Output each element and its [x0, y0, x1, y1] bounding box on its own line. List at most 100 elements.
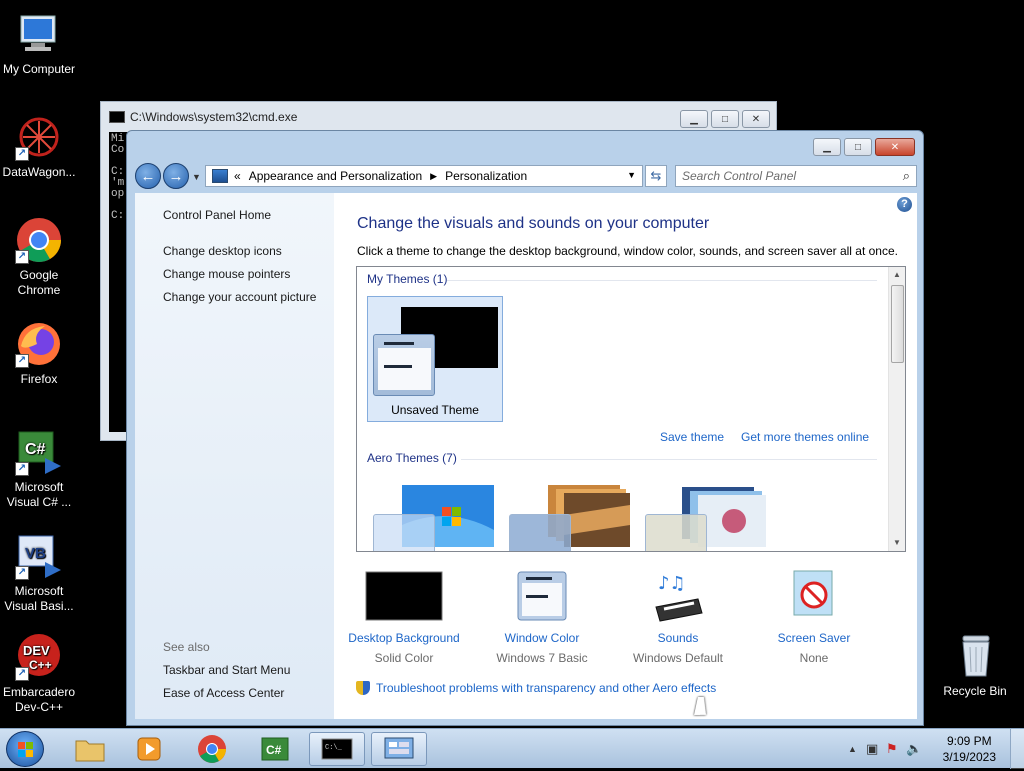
action-center-icon[interactable]: ⚑	[886, 741, 898, 757]
cmd-maximize-button[interactable]: □	[711, 110, 739, 128]
desktop-background-option[interactable]: Desktop Background Solid Color	[334, 569, 474, 665]
personalization-window[interactable]: ▁ □ ✕ ← → ▼ « Appearance and Personaliza…	[126, 130, 924, 726]
desktop-icon-firefox[interactable]: ↗ Firefox	[0, 320, 78, 387]
close-button[interactable]: ✕	[875, 138, 915, 156]
window-color-link[interactable]: Window Color	[472, 631, 612, 645]
scroll-down-icon[interactable]: ▼	[889, 535, 905, 551]
clock-date: 3/19/2023	[942, 750, 996, 764]
svg-text:VB: VB	[25, 545, 46, 562]
search-input[interactable]: Search Control Panel ⌕	[675, 165, 917, 187]
cmd-minimize-button[interactable]: ▁	[680, 110, 708, 128]
desktop-icon-devcpp[interactable]: DEV C++ ↗ Embarcadero Dev-C++	[0, 633, 78, 715]
screen-saver-option[interactable]: Screen Saver None	[744, 569, 884, 665]
screen-saver-link[interactable]: Screen Saver	[744, 631, 884, 645]
window-color-icon	[502, 569, 582, 623]
scroll-thumb[interactable]	[891, 285, 904, 363]
visual-csharp-icon: C# ↗	[15, 428, 63, 476]
themes-scrollbar[interactable]: ▲ ▼	[888, 267, 905, 551]
save-theme-link[interactable]: Save theme	[660, 430, 724, 444]
firefox-icon: ↗	[15, 320, 63, 368]
desktop-icon-my-computer[interactable]: My Computer	[0, 10, 78, 77]
maximize-button[interactable]: □	[844, 138, 872, 156]
sounds-link[interactable]: Sounds	[608, 631, 748, 645]
svg-text:C:\_: C:\_	[325, 744, 343, 752]
taskbar-explorer[interactable]	[62, 732, 118, 766]
taskbar-cmd[interactable]: C:\_	[309, 732, 365, 766]
desktop-background-icon	[364, 569, 444, 623]
desktop-background-value: Solid Color	[374, 651, 434, 665]
aero-themes-header[interactable]: Aero Themes (7)	[367, 451, 457, 465]
breadcrumb-appearance[interactable]: Appearance and Personalization	[249, 169, 422, 183]
sounds-option[interactable]: ♪♫ Sounds Windows Default	[608, 569, 748, 665]
back-button[interactable]: ←	[135, 163, 161, 189]
search-icon[interactable]: ⌕	[903, 168, 910, 184]
address-bar[interactable]: « Appearance and Personalization ▶ Perso…	[205, 165, 643, 187]
window-color-option[interactable]: Window Color Windows 7 Basic	[472, 569, 612, 665]
aero-theme-windows7[interactable]	[367, 477, 507, 551]
ease-of-access-link[interactable]: Ease of Access Center	[163, 686, 284, 700]
sounds-value: Windows Default	[632, 651, 724, 665]
start-button[interactable]	[6, 731, 44, 767]
desktop-icon-visual-csharp[interactable]: C# ↗ Microsoft Visual C# ...	[0, 428, 78, 510]
svg-text:DEV: DEV	[23, 643, 50, 658]
visual-csharp-icon: C#	[261, 737, 289, 761]
svg-text:♪♫: ♪♫	[658, 573, 686, 594]
aero-theme-architecture[interactable]	[503, 477, 643, 551]
taskbar-control-panel[interactable]	[371, 732, 427, 766]
desktop-icon-visual-basic[interactable]: VB ↗ Microsoft Visual Basi...	[0, 532, 78, 614]
volume-icon[interactable]: 🔈	[906, 741, 922, 757]
desktop-icon-datawagon[interactable]: ↗ DataWagon...	[0, 113, 78, 180]
breadcrumb-personalization[interactable]: Personalization	[445, 169, 527, 183]
main-content: ? Change the visuals and sounds on your …	[334, 193, 917, 719]
desktop-icon-label: DataWagon...	[2, 165, 76, 179]
show-desktop-button[interactable]	[1010, 729, 1024, 769]
my-themes-header[interactable]: My Themes (1)	[367, 272, 447, 286]
navigation-bar: ← → ▼ « Appearance and Personalization ▶…	[135, 163, 917, 191]
taskbar-chrome[interactable]	[184, 732, 240, 766]
chrome-icon	[198, 735, 226, 763]
cmd-icon: C:\_	[321, 738, 353, 760]
clock[interactable]: 9:09 PM 3/19/2023	[943, 733, 996, 765]
control-panel-icon	[212, 169, 228, 183]
breadcrumb-overflow[interactable]: «	[234, 169, 241, 183]
unsaved-theme-card[interactable]: Unsaved Theme	[367, 296, 503, 422]
taskbar-visual-csharp[interactable]: C#	[247, 732, 303, 766]
page-description: Click a theme to change the desktop back…	[357, 244, 898, 258]
left-pane: Control Panel Home Change desktop icons …	[135, 193, 334, 719]
taskbar-media-player[interactable]	[121, 732, 177, 766]
cmd-icon	[109, 111, 125, 123]
troubleshoot-link[interactable]: Troubleshoot problems with transparency …	[356, 681, 716, 695]
network-icon[interactable]: ▣	[866, 741, 878, 757]
show-hidden-icons-icon[interactable]: ▲	[848, 744, 857, 754]
change-mouse-pointers-link[interactable]: Change mouse pointers	[163, 267, 290, 281]
search-placeholder: Search Control Panel	[682, 169, 797, 183]
computer-icon	[15, 10, 63, 58]
forward-button[interactable]: →	[163, 163, 189, 189]
cmd-titlebar[interactable]: C:\Windows\system32\cmd.exe	[101, 102, 776, 132]
breadcrumb-separator-icon[interactable]: ▶	[430, 171, 437, 182]
address-dropdown-icon[interactable]: ▼	[627, 170, 636, 180]
screen-saver-value: None	[799, 651, 829, 665]
desktop-icon-recycle-bin[interactable]: Recycle Bin	[936, 632, 1014, 699]
recycle-bin-icon	[951, 632, 999, 680]
aero-window-preview	[645, 514, 707, 551]
recent-pages-dropdown[interactable]: ▼	[192, 172, 201, 182]
scroll-up-icon[interactable]: ▲	[889, 267, 905, 283]
get-more-themes-link[interactable]: Get more themes online	[741, 430, 869, 444]
change-account-picture-link[interactable]: Change your account picture	[163, 290, 316, 304]
cmd-close-button[interactable]: ✕	[742, 110, 770, 128]
control-panel-icon	[384, 737, 414, 759]
refresh-button[interactable]: ⇆	[645, 165, 667, 187]
clock-time: 9:09 PM	[946, 734, 992, 748]
aero-theme-characters[interactable]	[639, 477, 779, 551]
control-panel-home-link[interactable]: Control Panel Home	[163, 208, 271, 222]
desktop-background-link[interactable]: Desktop Background	[334, 631, 474, 645]
taskbar-start-menu-link[interactable]: Taskbar and Start Menu	[163, 663, 290, 677]
desktop-icon-label: Embarcadero Dev-C++	[2, 685, 76, 714]
desktop-icon-chrome[interactable]: ↗ Google Chrome	[0, 216, 78, 298]
minimize-button[interactable]: ▁	[813, 138, 841, 156]
themes-list[interactable]: My Themes (1) Unsaved Theme Save theme G…	[356, 266, 906, 552]
help-icon[interactable]: ?	[897, 197, 912, 212]
group-divider	[447, 280, 877, 281]
change-desktop-icons-link[interactable]: Change desktop icons	[163, 244, 282, 258]
